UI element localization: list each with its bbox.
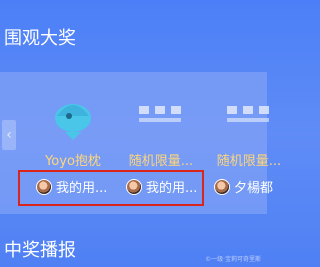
placeholder-image-icon xyxy=(133,88,189,144)
watermark: ©一级·宝莉可奇里斯 xyxy=(205,256,261,263)
prize-name: Yoyo抱枕 xyxy=(45,154,101,169)
gift-plush-icon xyxy=(45,88,101,144)
avatar xyxy=(214,178,230,195)
highlight-box xyxy=(18,170,204,206)
prev-arrow-button[interactable]: ‹ xyxy=(2,120,16,150)
winner-item-3[interactable]: 夕楊都 xyxy=(214,177,273,196)
prize-item-3[interactable]: 随机限量... xyxy=(204,88,294,169)
prize-name: 随机限量... xyxy=(128,154,194,169)
prize-item-2[interactable]: 随机限量... xyxy=(116,88,206,169)
lottery-section-title: 围观大奖 xyxy=(4,28,76,49)
prize-name: 随机限量... xyxy=(216,154,282,169)
winner-name: 夕楊都 xyxy=(234,181,274,196)
prize-item-1[interactable]: Yoyo抱枕 xyxy=(28,88,118,169)
broadcast-section-title: 中奖播报 xyxy=(4,240,76,261)
placeholder-image-icon xyxy=(221,88,277,144)
